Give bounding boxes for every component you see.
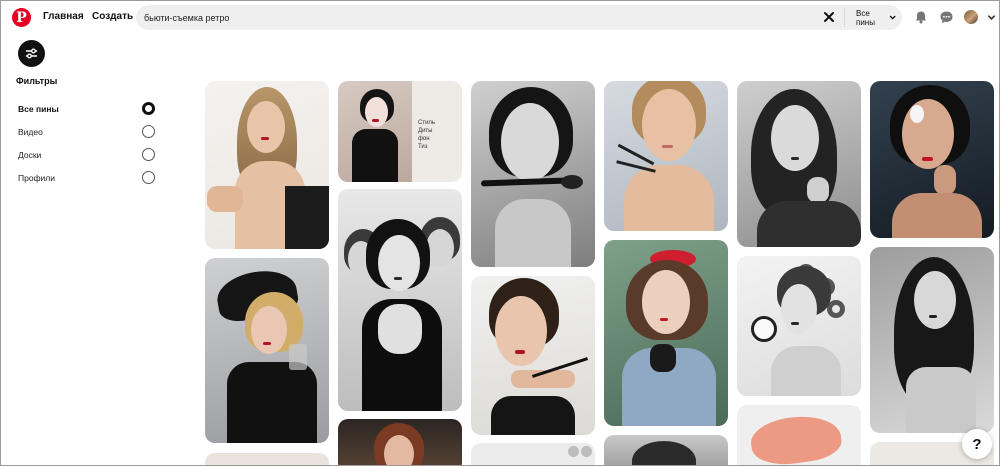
chevron-down-icon [889,15,896,20]
filter-option-label: Доски [18,150,42,160]
radio-selected[interactable] [142,102,155,115]
filter-option-profiles[interactable]: Профили [18,169,158,187]
search-bar: Все пины [136,5,902,30]
pin-image[interactable] [604,240,728,426]
pin-image[interactable] [870,247,994,433]
clear-search-icon[interactable] [822,10,836,24]
top-bar: P Главная Создать Все пины [1,1,999,35]
pin-image[interactable] [338,189,462,411]
pinterest-logo[interactable]: P [12,8,31,27]
pin-image[interactable] [205,81,329,249]
search-scope-label: Все пины [856,8,875,27]
pin-image[interactable] [205,453,329,465]
radio-unselected[interactable] [142,171,155,184]
filters-title: Фильтры [16,76,58,86]
search-input[interactable] [144,9,794,26]
filter-option-all-pins[interactable]: Все пины [18,100,158,118]
radio-unselected[interactable] [142,125,155,138]
sliders-icon [25,48,38,59]
radio-unselected[interactable] [142,148,155,161]
nav-create[interactable]: Создать [92,11,133,22]
pin-image[interactable]: Стиль Диты фон Тиз [338,81,462,182]
pin-image[interactable] [338,419,462,465]
nav-home[interactable]: Главная [43,11,84,22]
pin-image[interactable] [737,405,861,465]
avatar[interactable] [964,10,978,24]
pin-image[interactable] [870,81,994,238]
pin-image[interactable] [604,81,728,231]
filter-toggle-button[interactable] [18,40,45,67]
messages-icon[interactable] [938,9,954,25]
filter-option-boards[interactable]: Доски [18,146,158,164]
app-frame: P Главная Создать Все пины [0,0,1000,466]
notifications-bell-icon[interactable] [913,9,929,25]
filter-option-label: Профили [18,173,56,183]
pin-image[interactable] [471,81,595,267]
filter-option-label: Видео [18,127,43,137]
filter-option-label: Все пины [18,104,59,114]
pin-image[interactable] [604,435,728,465]
search-scope-dropdown[interactable]: Все пины [850,7,902,28]
filter-option-video[interactable]: Видео [18,123,158,141]
pin-image[interactable] [471,443,595,465]
search-divider [844,8,845,27]
pin-caption: Стиль Диты фон Тиз [418,120,436,150]
account-chevron-down-icon[interactable] [983,9,999,25]
pin-image[interactable] [205,258,329,443]
pin-image[interactable] [737,256,861,396]
help-button[interactable]: ? [962,429,992,459]
pin-image[interactable] [471,276,595,435]
pin-image[interactable] [737,81,861,247]
